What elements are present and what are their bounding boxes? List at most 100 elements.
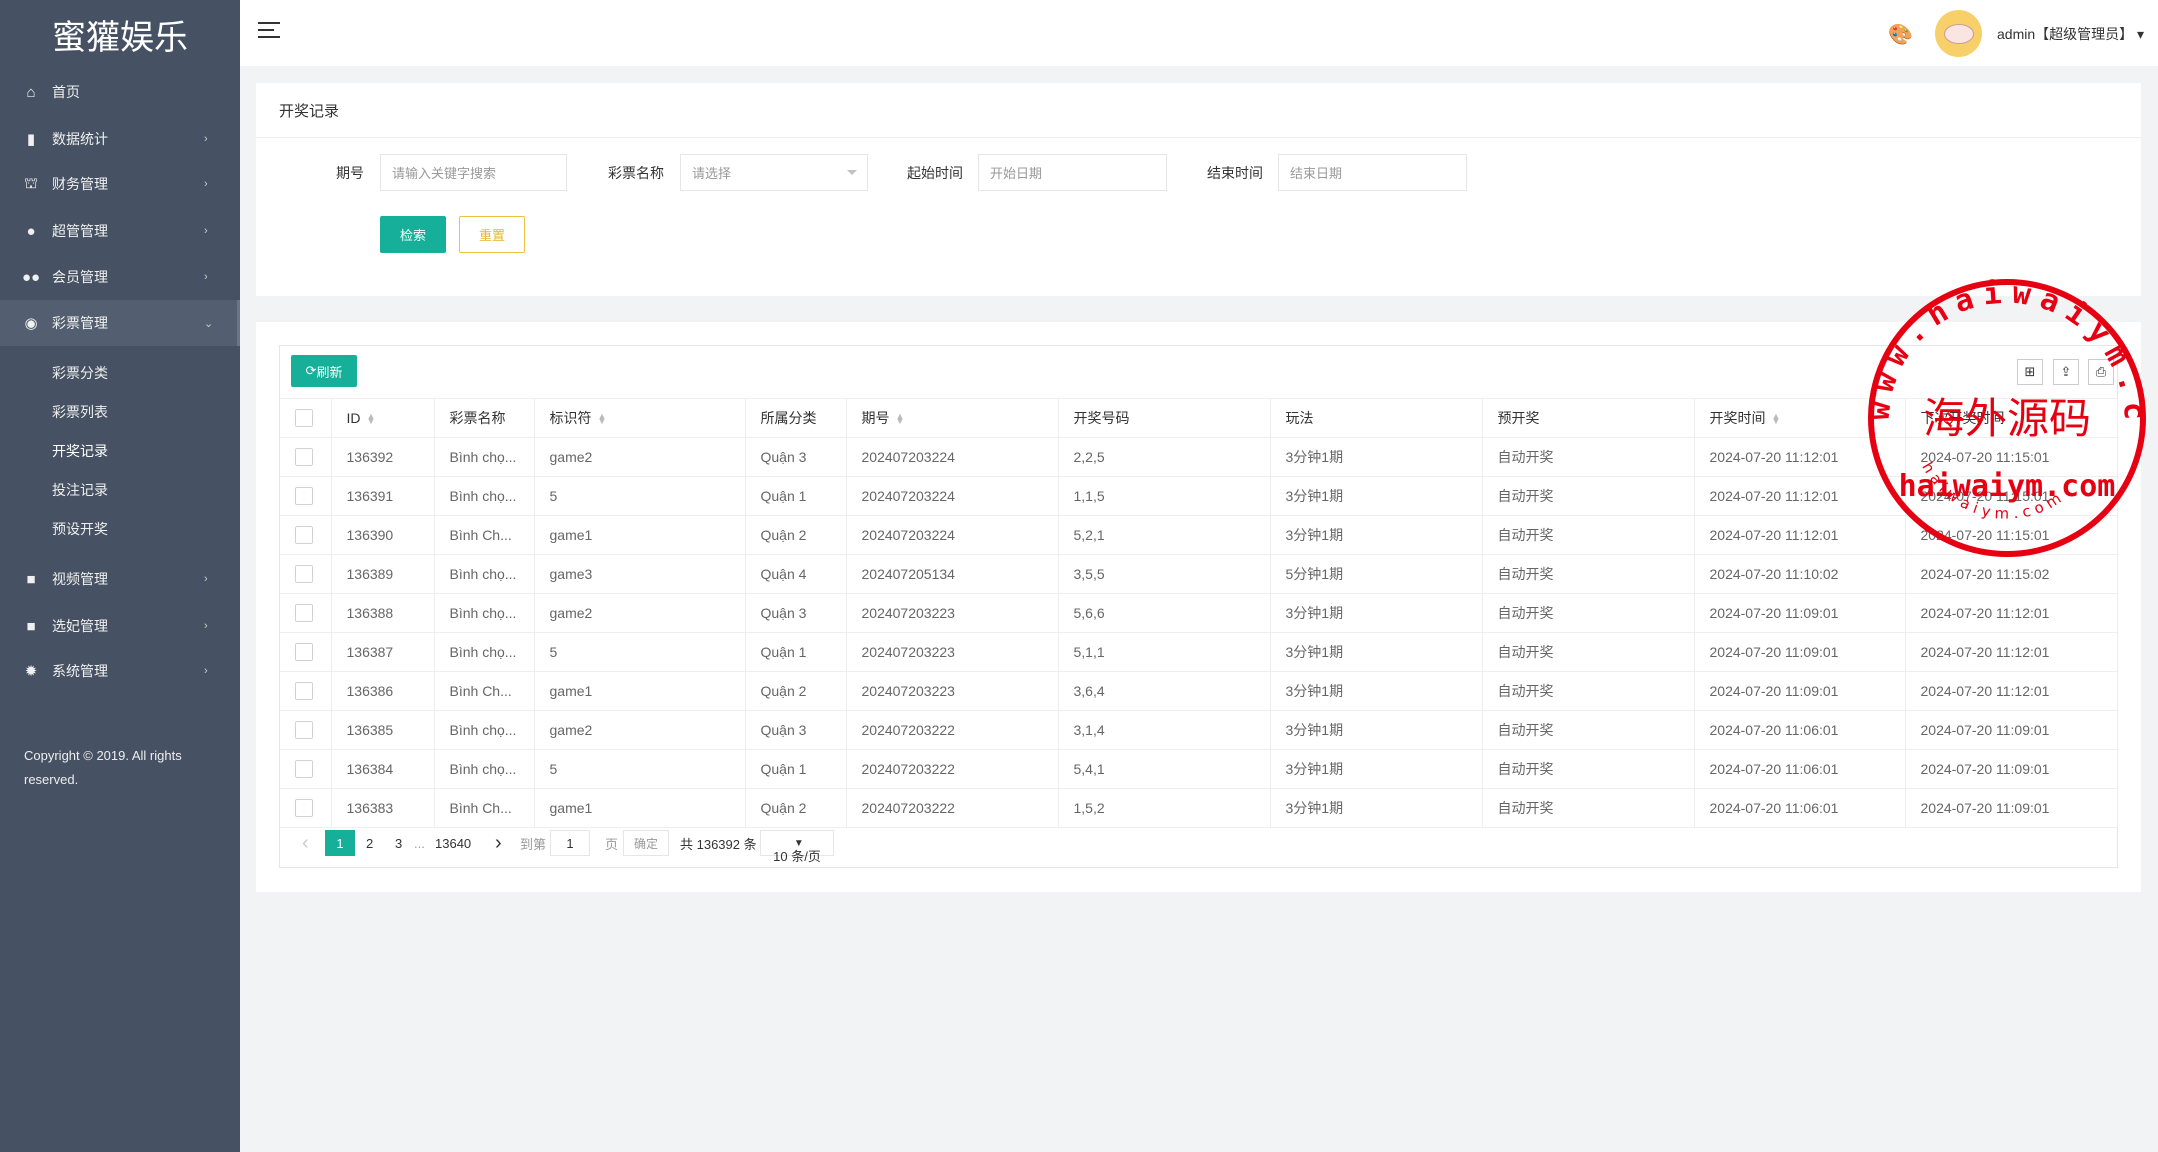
- table-cell: 202407203223: [845, 632, 1059, 672]
- sidebar-subitem-2[interactable]: 彩票列表: [52, 402, 108, 422]
- start-date-input[interactable]: 开始日期: [978, 154, 1167, 191]
- palette-icon[interactable]: 🎨: [1888, 22, 1913, 47]
- table-cell: 3分钟1期: [1269, 710, 1483, 750]
- row-checkbox[interactable]: [295, 604, 313, 623]
- next-page-button[interactable]: ›: [495, 819, 502, 867]
- column-header[interactable]: 标识符 ▲ ▼: [533, 398, 746, 438]
- sidebar-subitem-1[interactable]: 彩票分类: [52, 363, 108, 383]
- table-cell: 2,2,5: [1057, 437, 1271, 477]
- row-checkbox[interactable]: [295, 721, 313, 740]
- last-page-button[interactable]: 13640: [435, 819, 471, 867]
- sidebar-item-8[interactable]: ■ 选妃管理 ›: [0, 603, 240, 649]
- column-header[interactable]: 开奖时间 ▲ ▼: [1693, 398, 1906, 438]
- table-cell: 136385: [330, 710, 435, 750]
- page-1-button[interactable]: 1: [325, 830, 355, 856]
- table-row: 136389 Bình chọ... game3 Quận 4 202407205134…: [280, 554, 2118, 594]
- sidebar-subitem-5[interactable]: 预设开奖: [52, 519, 108, 539]
- page-3-button[interactable]: 3: [395, 819, 402, 867]
- table-cell: 2024-07-20 11:12:01: [1693, 437, 1906, 477]
- user-menu[interactable]: admin【超级管理员】 ▾: [1997, 24, 2144, 44]
- bank-icon: ⛫: [24, 174, 38, 192]
- prev-page-button[interactable]: ‹: [302, 819, 309, 867]
- columns-filter-icon[interactable]: ⊞: [2017, 359, 2043, 385]
- table-cell: 5: [533, 749, 746, 789]
- sidebar-item-3[interactable]: ⛫ 财务管理 ›: [0, 161, 240, 207]
- sort-icon[interactable]: ▲ ▼: [1772, 412, 1781, 426]
- gamepad-icon: ◉: [24, 315, 38, 332]
- row-checkbox[interactable]: [295, 799, 313, 818]
- sidebar-item-label: 选妃管理: [52, 618, 108, 634]
- table-cell: 3,6,4: [1057, 671, 1271, 711]
- table-cell: 自动开奖: [1481, 710, 1695, 750]
- sidebar-item-5[interactable]: ●● 会员管理 ›: [0, 254, 240, 300]
- sidebar-item-6[interactable]: ◉ 彩票管理 ⌄: [0, 300, 240, 346]
- goto-confirm-button[interactable]: 确定: [623, 830, 669, 856]
- column-header[interactable]: 期号 ▲ ▼: [845, 398, 1059, 438]
- chevron-icon: ›: [204, 133, 208, 145]
- row-checkbox[interactable]: [295, 682, 313, 701]
- table-cell: 2024-07-20 11:06:01: [1693, 710, 1906, 750]
- refresh-icon: ⟳: [305, 363, 317, 378]
- row-checkbox[interactable]: [295, 448, 313, 467]
- table-cell: 2024-07-20 11:12:01: [1693, 515, 1906, 555]
- sidebar-subitem-3[interactable]: 开奖记录: [52, 441, 108, 461]
- print-icon[interactable]: ⎙: [2088, 359, 2114, 385]
- column-header[interactable]: ID ▲ ▼: [330, 398, 435, 438]
- row-checkbox[interactable]: [295, 526, 313, 545]
- row-checkbox[interactable]: [295, 487, 313, 506]
- table-cell: 5,4,1: [1057, 749, 1271, 789]
- sidebar-item-9[interactable]: ✹ 系统管理 ›: [0, 648, 240, 694]
- goto-page-input[interactable]: 1: [550, 830, 590, 856]
- search-button[interactable]: 检索: [380, 216, 446, 253]
- sidebar-item-1[interactable]: ⌂ 首页: [0, 69, 240, 115]
- row-checkbox[interactable]: [295, 643, 313, 662]
- sidebar-item-4[interactable]: ● 超管管理 ›: [0, 208, 240, 254]
- sidebar-item-2[interactable]: ▮ 数据统计 ›: [0, 116, 240, 162]
- page-size-select[interactable]: 10 条/页 ▼: [760, 830, 834, 864]
- sort-icon[interactable]: ▲ ▼: [896, 412, 905, 426]
- table-cell: Bình Ch...: [433, 671, 535, 711]
- divider: [256, 137, 2141, 138]
- table-cell: 5,6,6: [1057, 593, 1271, 633]
- row-checkbox[interactable]: [295, 565, 313, 584]
- table-row: 136385 Bình chọ... game2 Quận 3 202407203222…: [280, 710, 2118, 750]
- sort-icon[interactable]: ▲ ▼: [598, 412, 607, 426]
- table-cell: 2024-07-20 11:10:02: [1693, 554, 1906, 594]
- table-cell: 自动开奖: [1481, 671, 1695, 711]
- sidebar-subitem-4[interactable]: 投注记录: [52, 480, 108, 500]
- select-all-checkbox[interactable]: [295, 409, 313, 428]
- reset-button[interactable]: 重置: [459, 216, 525, 253]
- sidebar-item-7[interactable]: ■ 视频管理 ›: [0, 556, 240, 602]
- avatar[interactable]: [1935, 10, 1982, 57]
- export-icon[interactable]: ⇪: [2053, 359, 2079, 385]
- table-cell: Bình chọ...: [433, 593, 535, 633]
- copyright: Copyright © 2019. All rights reserved.: [24, 748, 182, 787]
- table-row: 136386 Bình Ch... game1 Quận 2 202407203223 3…: [280, 671, 2118, 711]
- column-label: 期号: [861, 410, 890, 426]
- table-cell: Quận 4: [744, 554, 847, 594]
- row-checkbox[interactable]: [295, 760, 313, 779]
- column-label: 下次开奖时间: [1920, 410, 2005, 426]
- sidebar-item-label: 彩票管理: [52, 315, 108, 331]
- bar-chart-icon: ▮: [26, 131, 36, 148]
- page-unit-label: 页: [605, 836, 619, 852]
- menu-toggle-icon[interactable]: [258, 22, 280, 40]
- table-cell: 3分钟1期: [1269, 593, 1483, 633]
- table-cell: 202407203222: [845, 749, 1059, 789]
- lottery-select[interactable]: 请选择: [680, 154, 868, 191]
- column-label: 彩票名称: [449, 410, 506, 426]
- page-title: 开奖记录: [279, 103, 340, 120]
- row-select-cell: [280, 515, 332, 555]
- video-icon: ■: [26, 617, 36, 635]
- end-date-input[interactable]: 结束日期: [1278, 154, 1467, 191]
- table-row: 136392 Bình chọ... game2 Quận 3 202407203224…: [280, 437, 2118, 477]
- page-2-button[interactable]: 2: [366, 819, 373, 867]
- user-name: admin【超级管理员】: [1997, 26, 2134, 42]
- refresh-button[interactable]: ⟳ 刷新: [291, 355, 357, 387]
- table-cell: 3分钟1期: [1269, 437, 1483, 477]
- lottery-label: 彩票名称: [608, 165, 664, 181]
- chevron-icon: ⌄: [204, 317, 214, 330]
- row-select-cell: [280, 437, 332, 477]
- period-input[interactable]: 请输入关键字搜索: [380, 154, 567, 191]
- sort-icon[interactable]: ▲ ▼: [367, 412, 376, 426]
